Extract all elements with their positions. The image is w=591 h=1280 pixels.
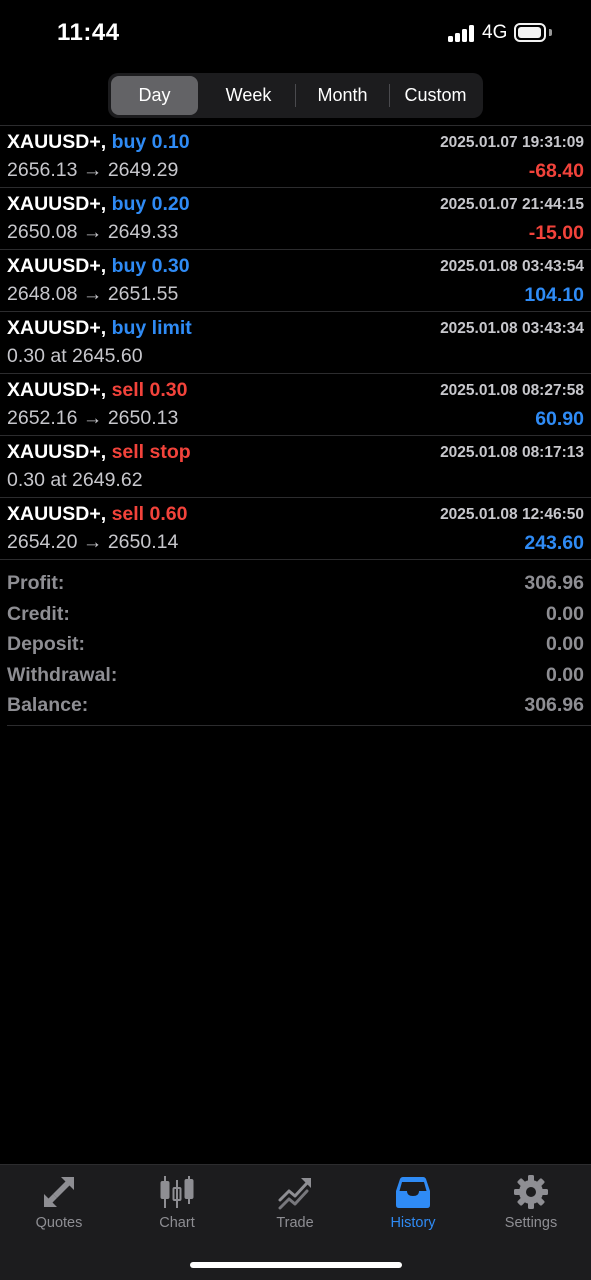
history-row[interactable]: XAUUSD+, buy 0.10 2025.01.07 19:31:09 26… bbox=[0, 126, 591, 188]
order-side: buy 0.20 bbox=[111, 193, 190, 215]
summary-withdrawal: Withdrawal: 0.00 bbox=[7, 660, 584, 691]
order-side: sell 0.60 bbox=[111, 503, 188, 525]
summary-deposit: Deposit: 0.00 bbox=[7, 629, 584, 660]
history-row[interactable]: XAUUSD+, sell 0.30 2025.01.08 08:27:58 2… bbox=[0, 374, 591, 436]
tab-history[interactable]: History bbox=[354, 1165, 472, 1235]
order-side: buy limit bbox=[111, 317, 192, 339]
summary-label: Deposit: bbox=[7, 633, 85, 655]
symbol: XAUUSD+, bbox=[7, 441, 107, 463]
order-prices: 2648.08 → 2651.55 bbox=[7, 283, 179, 305]
symbol: XAUUSD+, bbox=[7, 255, 107, 277]
order-side: sell 0.30 bbox=[111, 379, 188, 401]
order-time: 2025.01.08 12:46:50 bbox=[440, 506, 584, 523]
quotes-arrows-icon bbox=[44, 1177, 74, 1207]
summary-balance: Balance: 306.96 bbox=[7, 690, 584, 721]
status-time: 11:44 bbox=[57, 19, 120, 46]
history-list: XAUUSD+, buy 0.10 2025.01.07 19:31:09 26… bbox=[0, 126, 591, 560]
order-prices: 0.30 at 2645.60 bbox=[7, 345, 143, 367]
inbox-tray-icon bbox=[396, 1177, 430, 1208]
order-profit: -68.40 bbox=[528, 160, 584, 182]
order-time: 2025.01.08 03:43:34 bbox=[440, 320, 584, 337]
order-side: buy 0.30 bbox=[111, 255, 190, 277]
tab-week[interactable]: Week bbox=[202, 76, 295, 115]
history-row[interactable]: XAUUSD+, buy 0.30 2025.01.08 03:43:54 26… bbox=[0, 250, 591, 312]
summary-value: 306.96 bbox=[524, 572, 584, 594]
tab-month[interactable]: Month bbox=[296, 76, 389, 115]
order-time: 2025.01.08 08:17:13 bbox=[440, 444, 584, 461]
account-summary: Profit: 306.96 Credit: 0.00 Deposit: 0.0… bbox=[7, 568, 584, 721]
tab-label: History bbox=[390, 1215, 436, 1231]
order-time: 2025.01.07 19:31:09 bbox=[440, 134, 584, 151]
order-time: 2025.01.08 03:43:54 bbox=[440, 258, 584, 275]
tab-chart[interactable]: Chart bbox=[118, 1165, 236, 1235]
order-prices: 0.30 at 2649.62 bbox=[7, 469, 143, 491]
home-indicator[interactable] bbox=[190, 1262, 402, 1268]
tab-label: Trade bbox=[276, 1215, 314, 1231]
order-profit: 243.60 bbox=[524, 532, 584, 554]
cellular-signal-icon bbox=[448, 25, 474, 42]
gear-icon bbox=[514, 1175, 548, 1209]
history-row[interactable]: XAUUSD+, sell stop 2025.01.08 08:17:13 0… bbox=[0, 436, 591, 498]
period-segmented-control: Day Week Month Custom bbox=[108, 73, 483, 118]
symbol: XAUUSD+, bbox=[7, 379, 107, 401]
summary-value: 0.00 bbox=[546, 633, 584, 655]
tab-label: Chart bbox=[159, 1215, 195, 1231]
symbol: XAUUSD+, bbox=[7, 503, 107, 525]
summary-label: Profit: bbox=[7, 572, 65, 594]
battery-icon bbox=[514, 23, 546, 42]
order-profit: 60.90 bbox=[535, 408, 584, 430]
summary-label: Balance: bbox=[7, 694, 89, 716]
symbol: XAUUSD+, bbox=[7, 131, 107, 153]
tab-settings[interactable]: Settings bbox=[472, 1165, 590, 1235]
candlestick-icon bbox=[160, 1176, 194, 1208]
order-side: sell stop bbox=[111, 441, 191, 463]
tab-label: Settings bbox=[504, 1215, 558, 1231]
symbol: XAUUSD+, bbox=[7, 317, 107, 339]
tab-quotes[interactable]: Quotes bbox=[0, 1165, 118, 1235]
history-row[interactable]: XAUUSD+, buy limit 2025.01.08 03:43:34 0… bbox=[0, 312, 591, 374]
tab-trade[interactable]: Trade bbox=[236, 1165, 354, 1235]
summary-value: 0.00 bbox=[546, 663, 584, 686]
order-prices: 2652.16 → 2650.13 bbox=[7, 407, 179, 429]
summary-divider bbox=[7, 725, 591, 726]
symbol: XAUUSD+, bbox=[7, 193, 107, 215]
history-row[interactable]: XAUUSD+, buy 0.20 2025.01.07 21:44:15 26… bbox=[0, 188, 591, 250]
summary-label: Credit: bbox=[7, 602, 70, 625]
order-time: 2025.01.08 08:27:58 bbox=[440, 382, 584, 399]
trend-up-icon bbox=[278, 1178, 311, 1210]
order-profit: 104.10 bbox=[524, 284, 584, 306]
summary-label: Withdrawal: bbox=[7, 663, 118, 686]
history-row[interactable]: XAUUSD+, sell 0.60 2025.01.08 12:46:50 2… bbox=[0, 498, 591, 560]
tab-custom[interactable]: Custom bbox=[390, 76, 481, 115]
summary-credit: Credit: 0.00 bbox=[7, 599, 584, 630]
status-bar: 11:44 4G bbox=[0, 0, 591, 68]
tab-label: Quotes bbox=[35, 1215, 83, 1231]
summary-profit: Profit: 306.96 bbox=[7, 568, 584, 599]
order-prices: 2650.08 → 2649.33 bbox=[7, 221, 179, 243]
order-time: 2025.01.07 21:44:15 bbox=[440, 196, 584, 213]
order-profit: -15.00 bbox=[528, 222, 584, 244]
summary-value: 306.96 bbox=[524, 694, 584, 716]
order-prices: 2656.13 → 2649.29 bbox=[7, 159, 179, 181]
order-prices: 2654.20 → 2650.14 bbox=[7, 531, 179, 553]
network-type: 4G bbox=[482, 22, 508, 43]
order-side: buy 0.10 bbox=[111, 131, 190, 153]
summary-value: 0.00 bbox=[546, 602, 584, 625]
tab-day[interactable]: Day bbox=[111, 76, 198, 115]
